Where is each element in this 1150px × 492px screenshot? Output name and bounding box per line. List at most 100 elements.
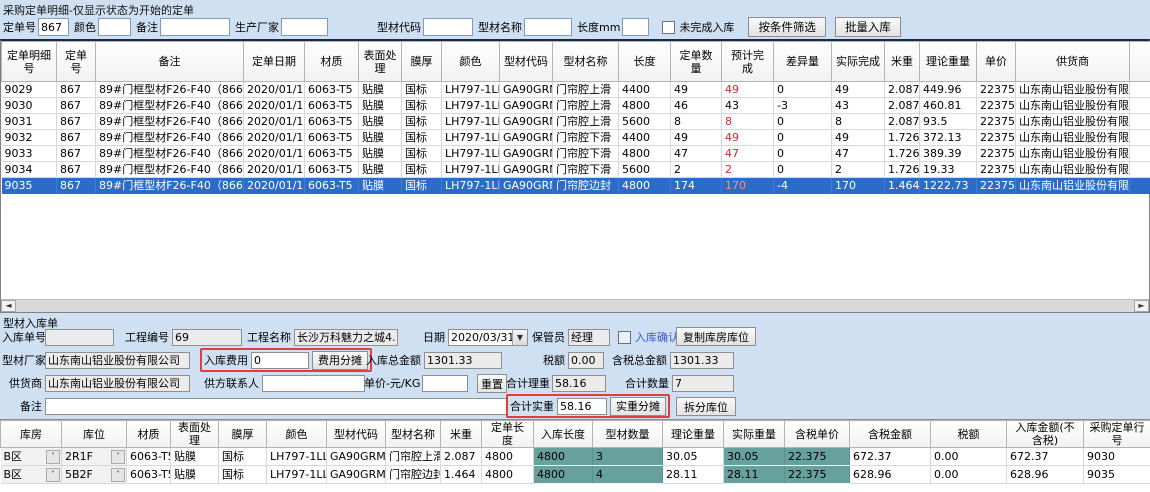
cell[interactable]: 门帘腔边封 bbox=[386, 466, 441, 484]
column-header[interactable]: 长度 bbox=[619, 42, 671, 82]
cell[interactable]: 6063-T5 bbox=[305, 98, 359, 114]
cell[interactable]: 22375 bbox=[977, 130, 1016, 146]
cell[interactable]: GA90GRM04 bbox=[500, 130, 553, 146]
calendar-dropdown-icon[interactable]: ▼ bbox=[512, 330, 527, 345]
cell[interactable]: 19.33 bbox=[920, 162, 977, 178]
batch-inbound-button[interactable]: 批量入库 bbox=[835, 17, 901, 37]
cell[interactable]: 8 bbox=[832, 114, 885, 130]
table-row[interactable]: 903286789#门框型材F26-F40（866+867）2020/01/13… bbox=[2, 130, 1150, 146]
horizontal-scrollbar[interactable]: ◄ ► bbox=[1, 299, 1149, 312]
cell[interactable]: 89#门框型材F26-F40（866+867） bbox=[96, 162, 244, 178]
cell[interactable]: 国标 bbox=[402, 82, 442, 98]
cell[interactable]: 2020/01/13 bbox=[244, 178, 305, 194]
cell[interactable]: 9032 bbox=[2, 130, 57, 146]
cell[interactable]: 6063-T5 bbox=[305, 82, 359, 98]
cell[interactable]: 0 bbox=[774, 82, 832, 98]
column-header[interactable]: 库房 bbox=[1, 421, 62, 448]
unfinished-checkbox[interactable] bbox=[662, 21, 675, 34]
cell[interactable]: 山东南山铝业股份有限公司 bbox=[1016, 114, 1130, 130]
cell[interactable]: 43 bbox=[722, 98, 774, 114]
cell[interactable]: 47 bbox=[671, 146, 722, 162]
cell[interactable]: 4800 bbox=[534, 466, 593, 484]
cell[interactable]: 9030 bbox=[2, 98, 57, 114]
cell[interactable]: 4800 bbox=[482, 466, 534, 484]
total-with-tax-input[interactable] bbox=[670, 352, 734, 369]
cell[interactable]: -4 bbox=[774, 178, 832, 194]
manufacturer-input[interactable] bbox=[281, 18, 328, 36]
table-row[interactable]: B区˅2R1F˅6063-T5贴膜国标LH797-1LL0GA90GRM03门帘… bbox=[1, 448, 1150, 466]
cell[interactable]: 0.00 bbox=[931, 466, 1007, 484]
cell[interactable]: 46 bbox=[671, 98, 722, 114]
cell[interactable]: 国标 bbox=[402, 162, 442, 178]
column-header[interactable]: 定单明细号 bbox=[2, 42, 57, 82]
cell[interactable]: LH797-1LL0 bbox=[442, 146, 500, 162]
cell[interactable]: 国标 bbox=[402, 130, 442, 146]
cell[interactable]: 49 bbox=[832, 130, 885, 146]
cell[interactable]: 22375 bbox=[977, 178, 1016, 194]
column-header[interactable]: 表面处理 bbox=[359, 42, 402, 82]
table-row[interactable]: B区˅5B2F˅6063-T5贴膜国标LH797-1LL0GA90GRM05门帘… bbox=[1, 466, 1150, 484]
inbound-no-input[interactable] bbox=[45, 329, 114, 346]
cell[interactable]: 山东南山铝业股份有限公司 bbox=[1016, 178, 1130, 194]
cell[interactable]: 贴膜 bbox=[359, 178, 402, 194]
cell[interactable]: 47 bbox=[722, 146, 774, 162]
cell[interactable]: 1.464 bbox=[885, 178, 920, 194]
cell[interactable]: 867 bbox=[57, 82, 96, 98]
keeper-input[interactable] bbox=[568, 329, 610, 346]
cell[interactable]: 0 bbox=[774, 162, 832, 178]
cell[interactable]: 2.087 bbox=[441, 448, 482, 466]
column-header[interactable]: 理论重量 bbox=[920, 42, 977, 82]
cell[interactable]: 2.087 bbox=[885, 82, 920, 98]
column-header[interactable]: 供货商 bbox=[1016, 42, 1130, 82]
cell[interactable]: 国标 bbox=[219, 466, 267, 484]
cell[interactable]: 2.087 bbox=[885, 98, 920, 114]
cell[interactable]: 1.726 bbox=[885, 130, 920, 146]
supplier-input[interactable] bbox=[45, 375, 190, 392]
cell[interactable]: 山东南山铝业股份有限公司 bbox=[1016, 146, 1130, 162]
profile-name-input[interactable] bbox=[524, 18, 572, 36]
cell[interactable]: 89#门框型材F26-F40（866+867） bbox=[96, 178, 244, 194]
table-row[interactable]: 903586789#门框型材F26-F40（866+867）2020/01/13… bbox=[2, 178, 1150, 194]
cell[interactable]: LH797-1LL0 bbox=[442, 162, 500, 178]
cell[interactable]: 5600 bbox=[619, 162, 671, 178]
cell[interactable]: 2020/01/13 bbox=[244, 114, 305, 130]
project-name-input[interactable] bbox=[294, 329, 398, 346]
cell[interactable]: 867 bbox=[57, 178, 96, 194]
cell[interactable]: 6063-T5 bbox=[305, 146, 359, 162]
column-header[interactable]: 实际重量 bbox=[724, 421, 785, 448]
cell[interactable]: 门帘腔下滑 bbox=[553, 146, 619, 162]
cell[interactable]: 1.726 bbox=[885, 146, 920, 162]
column-header[interactable]: 型材代码 bbox=[327, 421, 386, 448]
cell[interactable]: 山东南山铝业股份有限公司 bbox=[1016, 130, 1130, 146]
column-header[interactable]: 定单数量 bbox=[671, 42, 722, 82]
cell[interactable]: 628.96 bbox=[1007, 466, 1084, 484]
cell[interactable]: 89#门框型材F26-F40（866+867） bbox=[96, 130, 244, 146]
scroll-right-icon[interactable]: ► bbox=[1134, 300, 1149, 312]
cell[interactable]: GA90GRM03 bbox=[500, 82, 553, 98]
column-header[interactable]: 差异量 bbox=[774, 42, 832, 82]
cell[interactable]: 30.05 bbox=[724, 448, 785, 466]
cell[interactable]: 1222.73 bbox=[920, 178, 977, 194]
cell[interactable]: 22375 bbox=[977, 162, 1016, 178]
column-header[interactable] bbox=[1130, 42, 1150, 82]
column-header[interactable]: 含税金额 bbox=[850, 421, 931, 448]
cell[interactable]: LH797-1LL0 bbox=[442, 114, 500, 130]
cell[interactable]: 672.37 bbox=[850, 448, 931, 466]
column-header[interactable]: 入库金额(不含税) bbox=[1007, 421, 1084, 448]
cell[interactable] bbox=[1130, 178, 1150, 194]
cell[interactable]: 6063-T5 bbox=[305, 162, 359, 178]
dropdown-arrow-icon[interactable]: ˅ bbox=[46, 468, 60, 482]
cell[interactable]: 9034 bbox=[2, 162, 57, 178]
cell[interactable]: 49 bbox=[671, 130, 722, 146]
cell[interactable]: GA90GRM04 bbox=[500, 146, 553, 162]
cell[interactable]: 贴膜 bbox=[359, 82, 402, 98]
cell[interactable]: 1.726 bbox=[885, 162, 920, 178]
cell[interactable]: 28.11 bbox=[724, 466, 785, 484]
cell[interactable]: 山东南山铝业股份有限公司 bbox=[1016, 82, 1130, 98]
column-header[interactable]: 入库长度 bbox=[534, 421, 593, 448]
scroll-left-icon[interactable]: ◄ bbox=[1, 300, 16, 312]
copy-location-button[interactable]: 复制库房库位 bbox=[676, 327, 756, 346]
remark-input[interactable] bbox=[160, 18, 230, 36]
cell[interactable]: 2020/01/13 bbox=[244, 82, 305, 98]
column-header[interactable]: 税额 bbox=[931, 421, 1007, 448]
